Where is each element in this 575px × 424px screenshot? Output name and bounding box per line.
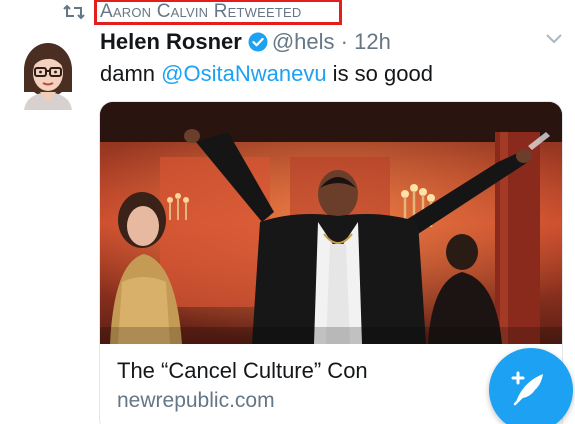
tweet-header: Helen Rosner @hels · 12h <box>100 29 391 57</box>
timestamp[interactable]: 12h <box>354 29 391 54</box>
tweet-text-suffix: is so good <box>326 61 433 86</box>
author-name[interactable]: Helen Rosner <box>100 29 242 54</box>
tweet-text-prefix: damn <box>100 61 162 86</box>
card-title[interactable]: The “Cancel Culture” Con <box>117 358 368 384</box>
author-handle[interactable]: @hels <box>272 29 335 54</box>
avatar[interactable] <box>18 40 78 110</box>
card-photo[interactable] <box>100 102 562 344</box>
mention-link[interactable]: @OsitaNwanevu <box>161 61 326 86</box>
retweet-context: Aaron Calvin Retweeted <box>0 0 575 26</box>
retweet-icon <box>63 4 85 20</box>
tweet-view: Aaron Calvin Retweeted Helen Rosner @hel… <box>0 0 575 424</box>
chevron-down-icon[interactable] <box>544 32 564 46</box>
card-domain[interactable]: newrepublic.com <box>117 389 275 413</box>
tweet-text: damn @OsitaNwanevu is so good <box>100 61 433 87</box>
highlight-box <box>94 0 342 25</box>
verified-badge-icon <box>248 32 268 52</box>
compose-button[interactable] <box>489 348 573 424</box>
separator: · <box>340 29 348 54</box>
compose-feather-icon <box>511 371 543 406</box>
